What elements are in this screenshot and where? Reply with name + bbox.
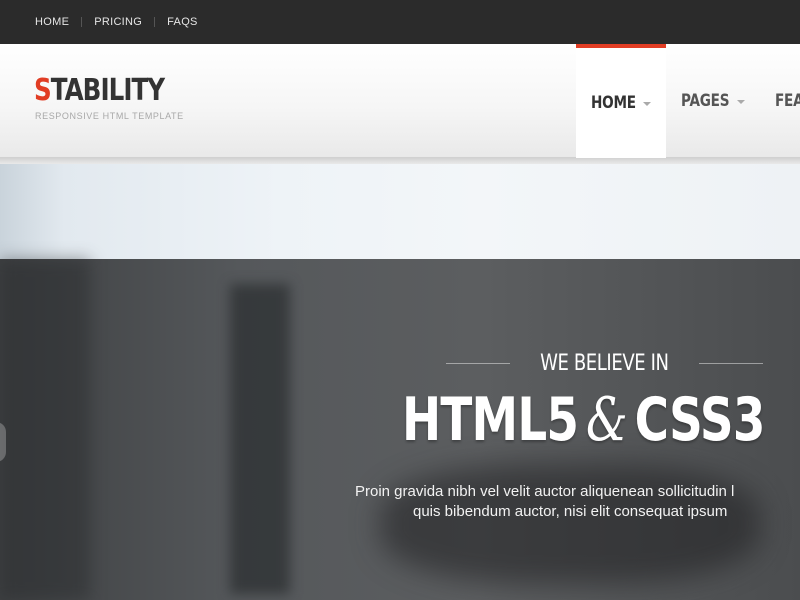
nav-item-label: FEAT [775,91,800,111]
main-nav: HOME PAGES FEAT [576,44,800,158]
nav-item-label: HOME [591,93,636,113]
header-divider [0,157,800,164]
site-logo[interactable]: STABILITY [34,73,165,108]
top-nav-divider [81,17,83,27]
hero-description: Proin gravida nibh vel velit auctor aliq… [355,482,800,522]
eyebrow-line-left [446,362,511,364]
caret-down-icon [643,102,652,106]
slider-prev-arrow[interactable] [0,422,6,462]
top-nav-divider [154,17,156,27]
top-link-pricing[interactable]: PRICING [94,15,142,29]
hero-background-shape [0,259,90,600]
site-tagline: RESPONSIVE HTML TEMPLATE [35,111,184,121]
hero-eyebrow: WE BELIEVE IN [446,346,763,380]
logo-initial: S [34,73,52,108]
hero-description-line2: quis bibendum auctor, nisi elit consequa… [413,503,728,520]
hero-headline: HTML5 & CSS3 [402,384,765,456]
nav-item-label: PAGES [681,91,730,111]
hero-slider: WE BELIEVE IN HTML5 & CSS3 Proin gravida n… [0,164,800,600]
nav-item-pages[interactable]: PAGES [666,44,760,158]
top-link-faqs[interactable]: FAQS [167,15,198,29]
top-link-home[interactable]: HOME [35,15,69,29]
hero-background-window [0,164,800,259]
logo-text: TABILITY [50,73,165,108]
top-nav: HOME PRICING FAQS [35,15,198,29]
nav-item-features[interactable]: FEAT [760,44,800,158]
hero-background-shape [230,284,290,594]
headline-ampersand: & [585,385,628,455]
hero-description-line1: Proin gravida nibh vel velit auctor aliq… [355,483,735,500]
caret-down-icon [737,100,746,104]
headline-part1: HTML5 [402,385,579,455]
eyebrow-line-right [698,362,763,364]
nav-item-home[interactable]: HOME [576,44,667,158]
top-bar: HOME PRICING FAQS [0,0,800,44]
eyebrow-text: WE BELIEVE IN [540,350,669,376]
headline-part2: CSS3 [634,385,766,455]
